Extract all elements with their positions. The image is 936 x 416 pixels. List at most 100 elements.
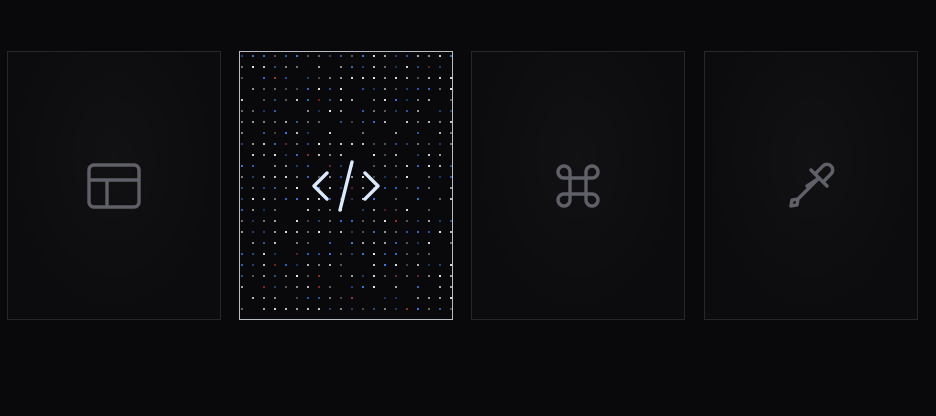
matrix-dot <box>362 88 364 90</box>
matrix-dot <box>340 231 342 233</box>
code-card[interactable] <box>239 51 453 320</box>
matrix-dot <box>351 297 353 299</box>
matrix-dot <box>274 264 276 266</box>
matrix-dot <box>428 88 430 90</box>
matrix-dot <box>307 264 309 266</box>
matrix-dot <box>285 154 287 156</box>
matrix-dot <box>362 275 364 277</box>
matrix-dot <box>362 220 364 222</box>
matrix-dot <box>417 264 419 266</box>
matrix-dot <box>318 264 320 266</box>
matrix-dot <box>318 77 320 79</box>
matrix-dot <box>340 121 342 123</box>
matrix-dot <box>439 198 441 200</box>
matrix-dot <box>274 275 276 277</box>
matrix-dot <box>263 286 265 288</box>
matrix-dot <box>296 132 298 134</box>
matrix-dot <box>285 77 287 79</box>
matrix-dot <box>263 220 265 222</box>
matrix-dot <box>252 209 254 211</box>
matrix-dot <box>428 297 430 299</box>
matrix-dot <box>274 165 276 167</box>
matrix-dot <box>263 55 265 57</box>
matrix-dot <box>340 220 342 222</box>
matrix-dot <box>373 275 375 277</box>
matrix-dot <box>439 308 441 310</box>
matrix-dot <box>395 198 397 200</box>
matrix-dot <box>373 143 375 145</box>
matrix-dot <box>384 143 386 145</box>
matrix-dot <box>395 231 397 233</box>
matrix-dot <box>285 176 287 178</box>
matrix-dot <box>373 231 375 233</box>
matrix-dot <box>252 297 254 299</box>
matrix-dot <box>285 165 287 167</box>
matrix-dot <box>384 220 386 222</box>
matrix-dot <box>428 121 430 123</box>
matrix-dot <box>439 121 441 123</box>
command-key-icon <box>554 162 602 210</box>
matrix-dot <box>318 220 320 222</box>
matrix-dot <box>296 165 298 167</box>
layout-card[interactable] <box>7 51 221 320</box>
matrix-dot <box>439 286 441 288</box>
matrix-dot <box>318 110 320 112</box>
matrix-dot <box>384 66 386 68</box>
matrix-dot <box>252 121 254 123</box>
matrix-dot <box>450 308 452 310</box>
matrix-dot <box>439 77 441 79</box>
matrix-dot <box>384 176 386 178</box>
command-card[interactable] <box>471 51 685 320</box>
matrix-dot <box>285 231 287 233</box>
matrix-dot <box>241 143 243 145</box>
matrix-dot <box>362 110 364 112</box>
matrix-dot <box>263 88 265 90</box>
matrix-dot <box>340 66 342 68</box>
matrix-dot <box>439 176 441 178</box>
matrix-dot <box>417 242 419 244</box>
matrix-dot <box>439 132 441 134</box>
matrix-dot <box>406 231 408 233</box>
matrix-dot <box>318 143 320 145</box>
matrix-dot <box>428 220 430 222</box>
matrix-dot <box>274 297 276 299</box>
matrix-dot <box>263 253 265 255</box>
matrix-dot <box>406 55 408 57</box>
matrix-dot <box>450 77 452 79</box>
matrix-dot <box>307 121 309 123</box>
matrix-dot <box>395 264 397 266</box>
matrix-dot <box>428 209 430 211</box>
matrix-dot <box>329 88 331 90</box>
matrix-dot <box>340 275 342 277</box>
matrix-dot <box>252 198 254 200</box>
matrix-dot <box>340 154 342 156</box>
matrix-dot <box>263 154 265 156</box>
matrix-dot <box>296 264 298 266</box>
matrix-dot <box>285 143 287 145</box>
matrix-dot <box>384 275 386 277</box>
matrix-dot <box>340 77 342 79</box>
matrix-dot <box>241 275 243 277</box>
matrix-dot <box>285 132 287 134</box>
matrix-dot <box>274 176 276 178</box>
matrix-dot <box>395 275 397 277</box>
matrix-dot <box>450 297 452 299</box>
matrix-dot <box>241 187 243 189</box>
matrix-dot <box>263 176 265 178</box>
matrix-dot <box>285 275 287 277</box>
matrix-dot <box>362 77 364 79</box>
matrix-dot <box>428 176 430 178</box>
matrix-dot <box>307 88 309 90</box>
matrix-dot <box>274 110 276 112</box>
matrix-dot <box>329 242 331 244</box>
color-picker-card[interactable] <box>704 51 918 320</box>
matrix-dot <box>450 198 452 200</box>
matrix-dot <box>395 297 397 299</box>
matrix-dot <box>373 121 375 123</box>
matrix-dot <box>373 88 375 90</box>
matrix-dot <box>439 143 441 145</box>
matrix-dot <box>428 308 430 310</box>
matrix-dot <box>296 88 298 90</box>
matrix-dot <box>406 264 408 266</box>
matrix-dot <box>384 209 386 211</box>
